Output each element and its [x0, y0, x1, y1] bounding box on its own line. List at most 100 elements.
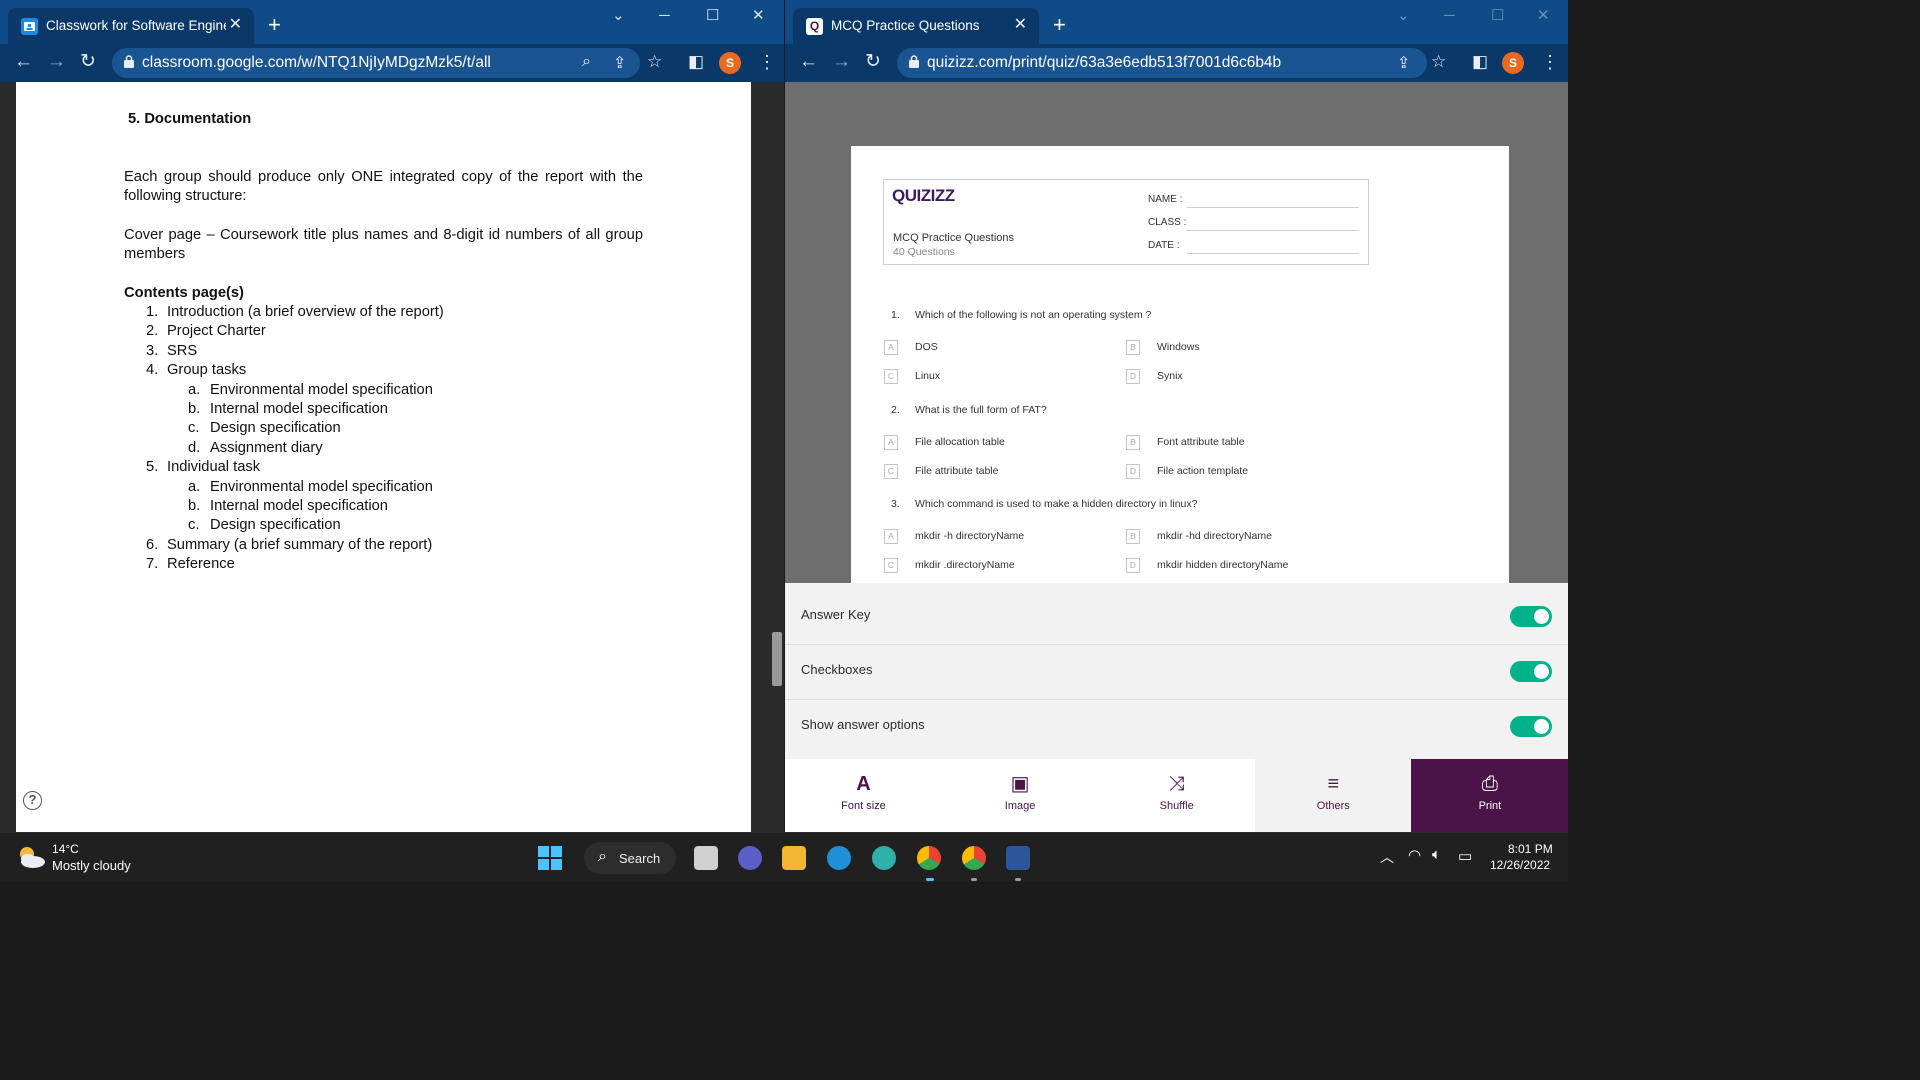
shuffle-icon: ⤨ [1168, 773, 1185, 795]
option-text: DOS [915, 341, 938, 353]
close-window-button[interactable]: ✕ [1537, 8, 1550, 24]
name-field-label: NAME : [1148, 194, 1183, 205]
question-number: 2. [891, 404, 900, 416]
back-arrow-icon[interactable]: ← [14, 52, 33, 72]
option-text: mkdir .directoryName [915, 559, 1015, 571]
browser-toolbar: ← → ↻ quizizz.com/print/quiz/63a3e6edb51… [785, 44, 1568, 82]
list-item-number: d. [188, 439, 201, 456]
option-letter-box: C [884, 558, 898, 573]
bookmark-star-icon[interactable]: ☆ [1431, 53, 1446, 71]
forward-arrow-icon[interactable]: → [47, 52, 66, 72]
list-item-number: 6. [146, 536, 159, 553]
setting-row-checkboxes: Checkboxes [785, 638, 1568, 693]
sliders-icon: ≡ [1327, 773, 1340, 795]
list-item-number: b. [188, 498, 201, 514]
edge-browser-icon[interactable] [872, 846, 896, 870]
option-letter-box: A [884, 340, 898, 355]
minimize-button[interactable]: ─ [1444, 8, 1455, 24]
share-icon[interactable]: ⇪ [1397, 53, 1410, 73]
more-menu-icon[interactable]: ⋮ [1541, 52, 1559, 72]
clock-date[interactable]: 12/26/2022 [1490, 858, 1550, 872]
side-panel-icon[interactable]: ◧ [688, 53, 704, 71]
bookmark-star-icon[interactable]: ☆ [647, 53, 662, 71]
option-letter-box: A [884, 529, 898, 544]
reload-icon[interactable]: ↻ [865, 52, 881, 72]
option-letter-box: C [884, 464, 898, 479]
close-tab-icon[interactable]: ✕ [229, 16, 242, 34]
shuffle-button[interactable]: ⤨ Shuffle [1098, 759, 1255, 832]
tab-search-chevron-icon[interactable]: ⌄ [612, 8, 625, 24]
battery-icon[interactable]: ▭ [1458, 847, 1472, 865]
new-tab-button[interactable]: + [1053, 14, 1066, 36]
checkboxes-toggle[interactable] [1510, 661, 1552, 682]
others-button[interactable]: ≡ Others [1254, 759, 1412, 832]
chrome-icon[interactable] [962, 846, 986, 870]
chrome-profile-s-icon[interactable] [917, 846, 941, 870]
minimize-button[interactable]: ─ [659, 8, 670, 24]
share-icon[interactable]: ⇪ [613, 53, 626, 73]
side-panel-icon[interactable]: ◧ [1472, 53, 1488, 71]
list-item: Internal model specification [210, 401, 388, 417]
button-label: Image [1004, 800, 1036, 812]
option-letter-box: A [884, 435, 898, 450]
tab-mcq-practice[interactable]: Q MCQ Practice Questions ✕ [793, 8, 1039, 44]
print-button[interactable]: ⎙ Print [1411, 759, 1568, 832]
help-app-icon[interactable] [827, 846, 851, 870]
tab-classwork[interactable]: Classwork for Software Engineeri ✕ [8, 8, 254, 44]
show-hidden-icons-chevron-icon[interactable]: ︿ [1380, 847, 1394, 867]
running-indicator [1015, 878, 1021, 881]
list-item-number: a. [188, 478, 201, 495]
teams-chat-icon[interactable] [738, 846, 762, 870]
question-number: 1. [891, 309, 900, 321]
google-classroom-icon [21, 18, 38, 35]
browser-window-classroom: Classwork for Software Engineeri ✕ + ⌄ ─… [0, 0, 784, 832]
font-size-button[interactable]: A Font size [785, 759, 942, 832]
weather-cloud-icon[interactable] [16, 843, 46, 871]
browser-window-quizizz: Q MCQ Practice Questions ✕ + ⌄ ─ ☐ ✕ ← →… [785, 0, 1568, 832]
list-item-number: 1. [146, 304, 159, 320]
list-item: SRS [167, 342, 198, 359]
option-text: Font attribute table [1157, 436, 1245, 448]
profile-avatar[interactable]: S [719, 52, 741, 74]
option-letter-box: B [1126, 529, 1140, 544]
question-count: 40 Questions [893, 246, 955, 258]
show-answer-options-toggle[interactable] [1510, 716, 1552, 737]
maximize-button[interactable]: ☐ [706, 8, 719, 24]
forward-arrow-icon[interactable]: → [832, 52, 851, 72]
image-button[interactable]: ▣ Image [942, 759, 1099, 832]
word-icon[interactable] [1006, 846, 1030, 870]
image-icon: ▣ [1010, 773, 1030, 795]
volume-icon[interactable]: 🔈︎ [1432, 846, 1441, 863]
scrollbar-thumb[interactable] [772, 632, 782, 686]
help-icon[interactable]: ? [23, 791, 42, 810]
more-menu-icon[interactable]: ⋮ [758, 52, 776, 72]
windows-start-icon[interactable] [538, 846, 562, 870]
list-item: Introduction (a brief overview of the re… [167, 304, 444, 320]
zoom-icon[interactable]: ⌕ [582, 53, 591, 71]
setting-label: Show answer options [801, 717, 925, 732]
file-explorer-icon[interactable] [782, 846, 806, 870]
address-bar[interactable]: quizizz.com/print/quiz/63a3e6edb513f7001… [897, 48, 1427, 78]
option-letter-box: B [1126, 435, 1140, 450]
windows-taskbar: 14°C Mostly cloudy ⌕ Search ︿ ◠ 🔈︎ ▭ 8:0… [0, 832, 1568, 882]
close-window-button[interactable]: ✕ [752, 8, 765, 24]
date-field-line [1187, 253, 1359, 254]
back-arrow-icon[interactable]: ← [799, 52, 818, 72]
taskbar-search[interactable]: ⌕ Search [584, 842, 676, 874]
address-bar[interactable]: classroom.google.com/w/NTQ1NjIyMDgzMzk5/… [112, 48, 640, 78]
reload-icon[interactable]: ↻ [80, 52, 96, 72]
lock-icon [909, 55, 919, 68]
answer-key-toggle[interactable] [1510, 606, 1552, 627]
clock-time[interactable]: 8:01 PM [1508, 842, 1553, 856]
wifi-icon[interactable]: ◠ [1408, 846, 1421, 864]
list-item-number: b. [188, 401, 201, 417]
tab-search-chevron-icon[interactable]: ⌄ [1397, 8, 1410, 24]
option-text: Synix [1157, 370, 1183, 382]
task-view-icon[interactable] [694, 846, 718, 870]
maximize-button[interactable]: ☐ [1491, 8, 1504, 24]
close-tab-icon[interactable]: ✕ [1014, 16, 1027, 34]
profile-avatar[interactable]: S [1502, 52, 1524, 74]
option-text: mkdir -hd directoryName [1157, 530, 1272, 542]
new-tab-button[interactable]: + [268, 14, 281, 36]
list-item: Environmental model specification [210, 478, 433, 495]
